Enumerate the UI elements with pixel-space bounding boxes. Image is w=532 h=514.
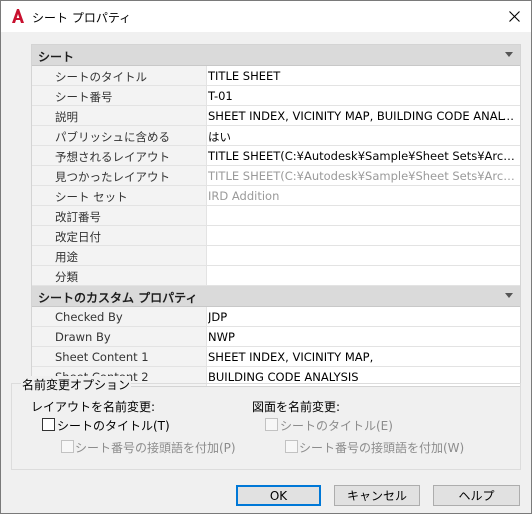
prop-label: 用途: [55, 250, 78, 264]
layout-title-checkbox[interactable]: [42, 418, 55, 431]
title-bar: シート プロパティ: [1, 1, 531, 32]
prop-label: Sheet Content 1: [55, 350, 149, 364]
prop-row-description[interactable]: 説明 SHEET INDEX, VICINITY MAP, BUILDING CO…: [32, 106, 520, 126]
prop-label: 予想されるレイアウト: [55, 150, 170, 164]
prop-row-purpose[interactable]: 用途: [32, 246, 520, 266]
prop-row-found-layout: 見つかったレイアウト TITLE SHEET(C:¥Autodesk¥Sample…: [32, 166, 520, 186]
drawing-title-checkbox-label: シートのタイトル(E): [280, 419, 393, 433]
prop-value: IRD Addition: [208, 189, 280, 203]
prop-row-sheet-title[interactable]: シートのタイトル TITLE SHEET: [32, 66, 520, 86]
prop-label: 分類: [55, 270, 78, 284]
ok-button[interactable]: OK: [236, 485, 321, 506]
prop-value[interactable]: TITLE SHEET(C:¥Autodesk¥Sample¥Sheet Set…: [208, 149, 516, 163]
autocad-app-icon: [10, 8, 26, 24]
prop-row-revision-number[interactable]: 改訂番号: [32, 206, 520, 226]
prop-label: Checked By: [55, 310, 123, 324]
prop-value[interactable]: はい: [208, 129, 516, 145]
cancel-button[interactable]: キャンセル: [334, 485, 420, 506]
prop-value[interactable]: T-01: [208, 89, 516, 103]
prop-label: 改定日付: [55, 230, 101, 244]
section-sheet[interactable]: シート: [32, 45, 520, 66]
prop-row-revision-date[interactable]: 改定日付: [32, 226, 520, 246]
prop-value[interactable]: BUILDING CODE ANALYSIS: [208, 370, 516, 384]
collapse-arrow-icon[interactable]: [505, 52, 513, 57]
section-custom-label: シートのカスタム プロパティ: [38, 291, 198, 305]
prop-label: 見つかったレイアウト: [55, 170, 170, 184]
prop-value[interactable]: TITLE SHEET: [208, 69, 516, 83]
prop-label: Drawn By: [55, 330, 111, 344]
prop-label: 改訂番号: [55, 210, 101, 224]
drawing-prefix-checkbox: [285, 440, 298, 453]
prop-value[interactable]: SHEET INDEX, VICINITY MAP,: [208, 350, 516, 364]
prop-label: シート番号: [55, 90, 113, 104]
prop-label: シート セット: [55, 190, 128, 204]
prop-label: パブリッシュに含める: [55, 130, 170, 144]
close-button[interactable]: [497, 1, 531, 32]
property-grid: シート シートのタイトル TITLE SHEET シート番号 T-01 説明 SHEE…: [31, 44, 521, 387]
rename-layout-heading: レイアウトを名前変更:: [31, 400, 156, 414]
prop-row-sheet-set: シート セット IRD Addition: [32, 186, 520, 206]
layout-prefix-checkbox: [61, 440, 74, 453]
prop-row-sheet-content-1[interactable]: Sheet Content 1 SHEET INDEX, VICINITY MAP…: [32, 347, 520, 367]
prop-row-category[interactable]: 分類: [32, 266, 520, 286]
prop-value[interactable]: JDP: [208, 310, 516, 324]
prop-row-sheet-number[interactable]: シート番号 T-01: [32, 86, 520, 106]
prop-value: TITLE SHEET(C:¥Autodesk¥Sample¥Sheet Set…: [208, 169, 516, 183]
drawing-title-checkbox: [265, 418, 278, 431]
close-icon: [508, 11, 520, 22]
section-sheet-label: シート: [38, 50, 75, 64]
prop-label: 説明: [55, 110, 78, 124]
prop-label: シートのタイトル: [55, 70, 147, 84]
drawing-prefix-checkbox-label: シート番号の接頭語を付加(W): [299, 441, 465, 455]
window-title: シート プロパティ: [32, 11, 132, 25]
prop-value[interactable]: SHEET INDEX, VICINITY MAP, BUILDING CODE…: [208, 109, 516, 123]
rename-options-legend: 名前変更オプション: [21, 376, 132, 393]
prop-row-expected-layout[interactable]: 予想されるレイアウト TITLE SHEET(C:¥Autodesk¥Sample…: [32, 146, 520, 166]
prop-row-drawn-by[interactable]: Drawn By NWP: [32, 327, 520, 347]
section-custom-properties[interactable]: シートのカスタム プロパティ: [32, 286, 520, 307]
sheet-properties-dialog: シート プロパティ シート シートのタイトル TITLE SHEET シート番号 T…: [0, 0, 532, 514]
layout-prefix-checkbox-label: シート番号の接頭語を付加(P): [75, 441, 236, 455]
collapse-arrow-icon[interactable]: [505, 293, 513, 298]
help-button[interactable]: ヘルプ: [433, 485, 520, 506]
prop-row-checked-by[interactable]: Checked By JDP: [32, 307, 520, 327]
prop-row-include-publish[interactable]: パブリッシュに含める はい: [32, 126, 520, 146]
rename-drawing-heading: 図面を名前変更:: [252, 400, 341, 414]
layout-title-checkbox-label[interactable]: シートのタイトル(T): [57, 417, 170, 434]
dialog-body: シート シートのタイトル TITLE SHEET シート番号 T-01 説明 SHEE…: [1, 32, 531, 513]
prop-value[interactable]: NWP: [208, 330, 516, 344]
